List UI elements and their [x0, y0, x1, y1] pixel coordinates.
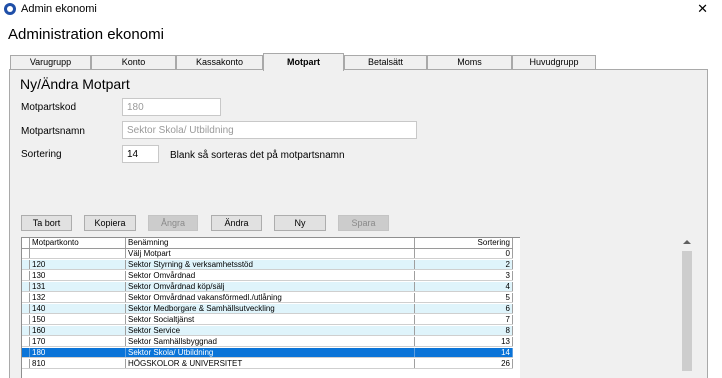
window-titlebar: Admin ekonomi ✕ [0, 0, 722, 18]
new-button[interactable]: Ny [274, 215, 326, 231]
table-row[interactable]: 810 HÖGSKOLOR & UNIVERSITET 26 [22, 359, 513, 369]
table-row-selected[interactable]: 180 Sektor Skola/ Utbildning 14 [22, 348, 513, 358]
cell-name[interactable]: Sektor Service [126, 326, 415, 335]
table-row[interactable]: Välj Motpart 0 [22, 249, 513, 259]
delete-button[interactable]: Ta bort [21, 215, 72, 231]
cell-name[interactable]: Sektor Omvårdnad köp/sälj [126, 282, 415, 291]
cell-sort[interactable]: 0 [415, 249, 513, 258]
tab-huvudgrupp[interactable]: Huvudgrupp [512, 55, 596, 70]
grid-header: Motpartkonto Benämning Sortering [22, 238, 513, 249]
cell-code[interactable]: 131 [30, 282, 126, 291]
column-header-sort[interactable]: Sortering [415, 238, 513, 248]
name-label: Motpartsnamn [21, 126, 85, 137]
row-selector[interactable] [22, 326, 30, 335]
table-row[interactable]: 170 Sektor Samhällsbyggnad 13 [22, 337, 513, 347]
cell-code[interactable]: 140 [30, 304, 126, 313]
save-button[interactable]: Spara [338, 215, 389, 231]
row-selector[interactable] [22, 271, 30, 280]
app-title: Administration ekonomi [8, 26, 164, 43]
row-selector[interactable] [22, 293, 30, 302]
cell-code[interactable]: 170 [30, 337, 126, 346]
row-selector[interactable] [22, 260, 30, 269]
table-row[interactable]: 160 Sektor Service 8 [22, 326, 513, 336]
table-row[interactable]: 132 Sektor Omvårdnad vakansförmedl./utlå… [22, 293, 513, 303]
tab-konto[interactable]: Konto [91, 55, 176, 70]
row-selector[interactable] [22, 359, 30, 368]
code-field[interactable]: 180 [122, 98, 221, 116]
cell-code[interactable]: 130 [30, 271, 126, 280]
scroll-thumb[interactable] [682, 251, 692, 371]
table-row[interactable]: 130 Sektor Omvårdnad 3 [22, 271, 513, 281]
copy-button[interactable]: Kopiera [84, 215, 136, 231]
cell-name[interactable]: Sektor Samhällsbyggnad [126, 337, 415, 346]
cell-name[interactable]: Välj Motpart [126, 249, 415, 258]
form-title: Ny/Ändra Motpart [20, 76, 130, 92]
tab-kassakonto[interactable]: Kassakonto [176, 55, 263, 70]
cell-code[interactable]: 180 [30, 348, 126, 357]
cell-code[interactable]: 120 [30, 260, 126, 269]
row-selector[interactable] [22, 282, 30, 291]
row-selector[interactable] [22, 315, 30, 324]
table-row[interactable]: 150 Sektor Socialtjänst 7 [22, 315, 513, 325]
cell-sort[interactable]: 8 [415, 326, 513, 335]
undo-button[interactable]: Ångra [148, 215, 198, 231]
row-selector[interactable] [22, 249, 30, 258]
column-header-code[interactable]: Motpartkonto [30, 238, 126, 248]
scroll-up-icon[interactable] [683, 240, 691, 244]
window-title: Admin ekonomi [21, 3, 97, 15]
cell-name[interactable]: HÖGSKOLOR & UNIVERSITET [126, 359, 415, 368]
tab-moms[interactable]: Moms [427, 55, 512, 70]
sort-hint: Blank så sorteras det på motpartsnamn [170, 150, 345, 161]
code-label: Motpartskod [21, 102, 77, 113]
cell-code[interactable] [30, 249, 126, 258]
cell-name[interactable]: Sektor Omvårdnad vakansförmedl./utlåning [126, 293, 415, 302]
table-row[interactable]: 131 Sektor Omvårdnad köp/sälj 4 [22, 282, 513, 292]
table-row[interactable]: 120 Sektor Styrning & verksamhetsstöd 2 [22, 260, 513, 270]
table-row[interactable]: 140 Sektor Medborgare & Samhällsutveckli… [22, 304, 513, 314]
cell-name[interactable]: Sektor Styrning & verksamhetsstöd [126, 260, 415, 269]
tab-betalsatt[interactable]: Betalsätt [344, 55, 427, 70]
edit-button[interactable]: Ändra [211, 215, 262, 231]
cell-sort[interactable]: 26 [415, 359, 513, 368]
cell-code[interactable]: 160 [30, 326, 126, 335]
row-selector[interactable] [22, 337, 30, 346]
vertical-scrollbar[interactable] [680, 237, 694, 378]
tab-motpart[interactable]: Motpart [263, 53, 344, 71]
cell-sort[interactable]: 7 [415, 315, 513, 324]
close-icon[interactable]: ✕ [697, 1, 708, 17]
cell-sort[interactable]: 14 [415, 348, 513, 357]
cell-name[interactable]: Sektor Omvårdnad [126, 271, 415, 280]
tab-bar: Varugrupp Konto Kassakonto Motpart Betal… [10, 53, 710, 71]
cell-sort[interactable]: 6 [415, 304, 513, 313]
sort-field[interactable]: 14 [122, 145, 159, 163]
row-header-corner [22, 238, 30, 248]
cell-code[interactable]: 150 [30, 315, 126, 324]
cell-code[interactable]: 132 [30, 293, 126, 302]
app-icon [4, 3, 16, 15]
sort-label: Sortering [21, 149, 62, 160]
cell-name[interactable]: Sektor Medborgare & Samhällsutveckling [126, 304, 415, 313]
motpart-grid: Motpartkonto Benämning Sortering Välj Mo… [21, 237, 520, 378]
cell-sort[interactable]: 13 [415, 337, 513, 346]
name-field[interactable]: Sektor Skola/ Utbildning [122, 121, 417, 139]
cell-name[interactable]: Sektor Skola/ Utbildning [126, 348, 415, 357]
cell-sort[interactable]: 4 [415, 282, 513, 291]
cell-sort[interactable]: 2 [415, 260, 513, 269]
cell-code[interactable]: 810 [30, 359, 126, 368]
cell-sort[interactable]: 3 [415, 271, 513, 280]
row-selector[interactable] [22, 304, 30, 313]
row-selector[interactable] [22, 348, 30, 357]
cell-sort[interactable]: 5 [415, 293, 513, 302]
cell-name[interactable]: Sektor Socialtjänst [126, 315, 415, 324]
tab-varugrupp[interactable]: Varugrupp [10, 55, 91, 70]
column-header-name[interactable]: Benämning [126, 238, 415, 248]
